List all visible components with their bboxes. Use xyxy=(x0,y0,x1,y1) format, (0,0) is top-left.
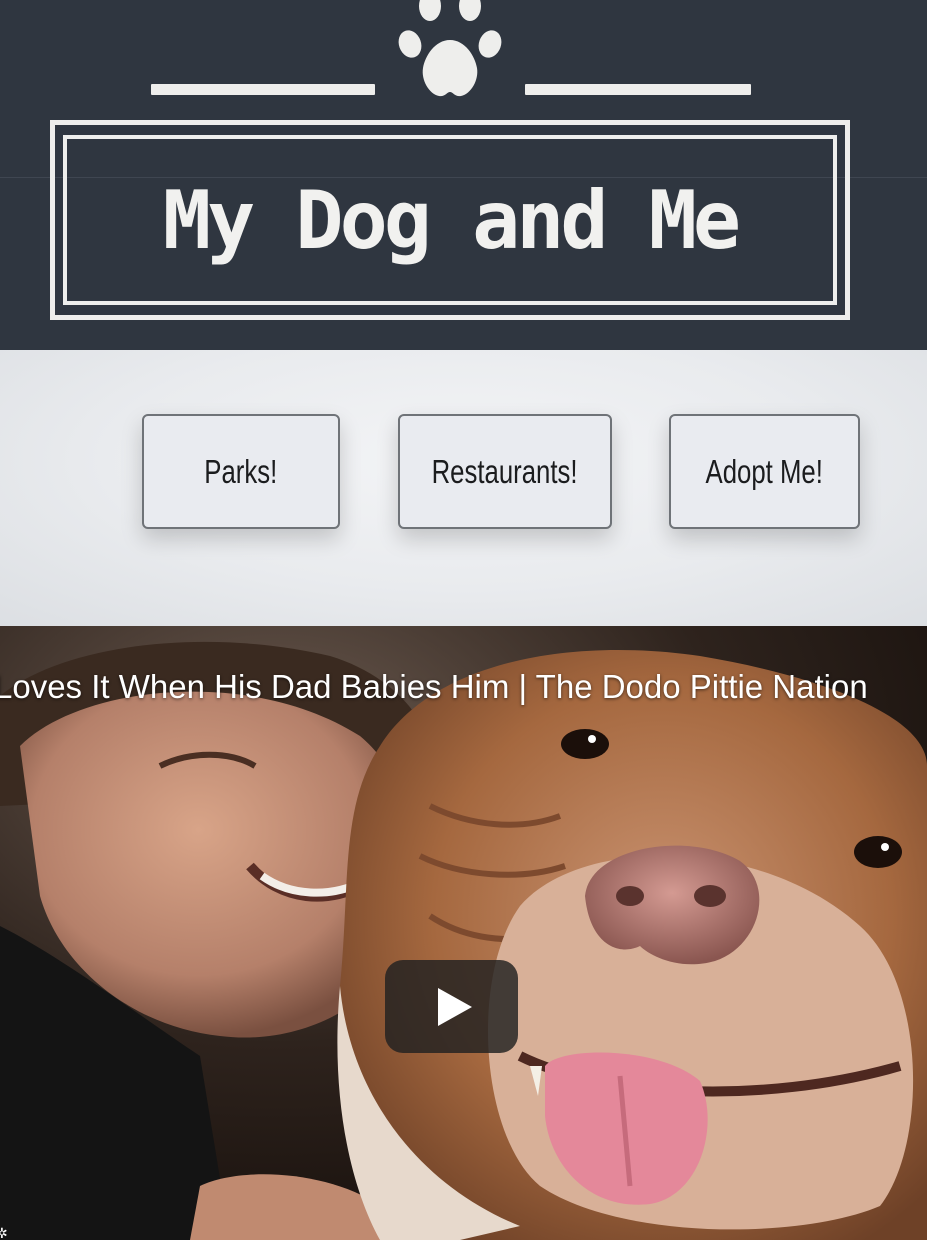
settings-icon[interactable]: ✲ xyxy=(0,1226,8,1240)
play-button[interactable] xyxy=(385,960,518,1053)
parks-button-label: Parks! xyxy=(204,452,278,490)
logo-title: My Dog and Me xyxy=(162,174,741,267)
logo-line-left xyxy=(151,84,375,95)
nav-section: Parks! Restaurants! Adopt Me! xyxy=(0,350,927,626)
logo-frame[interactable]: My Dog and Me xyxy=(50,120,850,320)
video-thumbnail xyxy=(0,626,927,1240)
video-title[interactable]: Loves It When His Dad Babies Him | The D… xyxy=(0,668,927,706)
logo-line-right xyxy=(525,84,751,95)
restaurants-button[interactable]: Restaurants! xyxy=(398,414,612,529)
play-icon xyxy=(437,987,472,1026)
site-header: My Dog and Me xyxy=(0,0,927,350)
parks-button[interactable]: Parks! xyxy=(142,414,340,529)
paw-icon xyxy=(398,0,502,97)
restaurants-button-label: Restaurants! xyxy=(432,452,578,490)
adopt-me-button[interactable]: Adopt Me! xyxy=(669,414,860,529)
adopt-me-button-label: Adopt Me! xyxy=(705,452,824,490)
video-player[interactable]: Loves It When His Dad Babies Him | The D… xyxy=(0,626,927,1240)
